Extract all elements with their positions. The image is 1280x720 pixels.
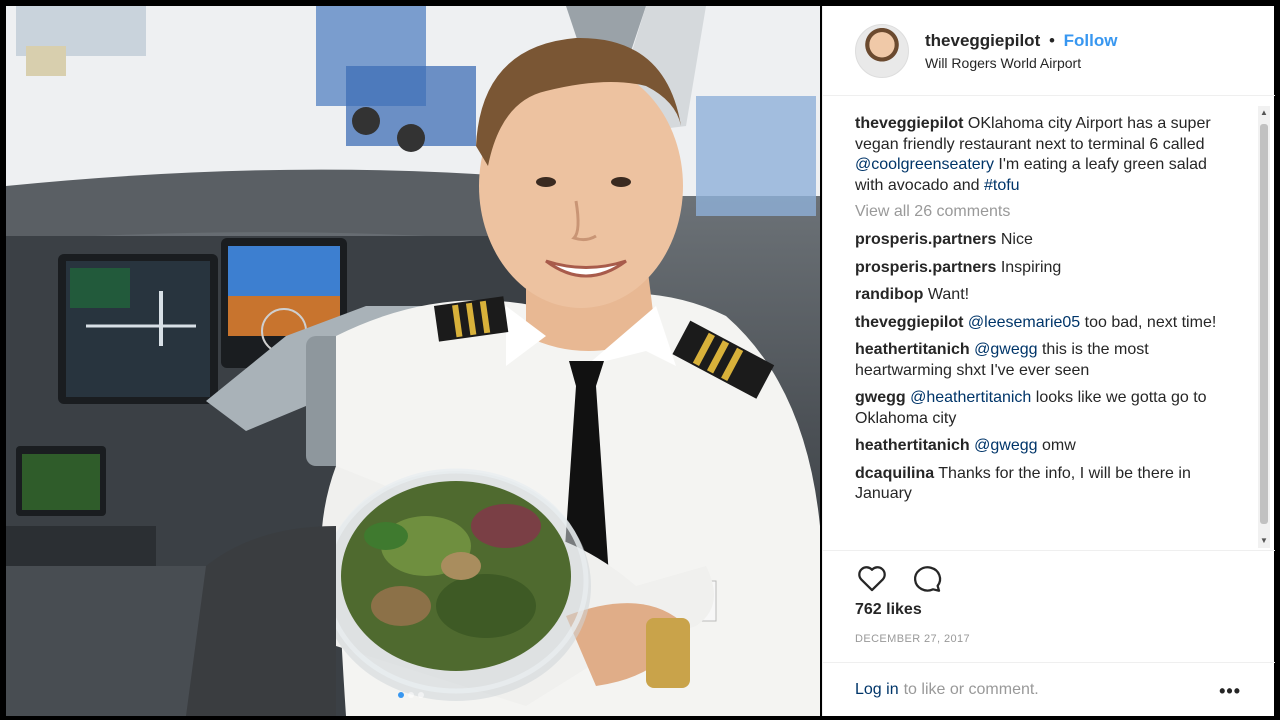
comment-item: gwegg @heathertitanich looks like we got…	[855, 388, 1225, 429]
scroll-up-arrow-icon[interactable]: ▲	[1259, 108, 1269, 118]
post-caption: theveggiepilot OKlahoma city Airport has…	[855, 114, 1225, 196]
comment-item: heathertitanich @gwegg this is the most …	[855, 340, 1225, 381]
view-all-comments-link[interactable]: View all 26 comments	[855, 203, 1263, 221]
comment-username[interactable]: gwegg	[855, 389, 906, 406]
comment-username[interactable]: randibop	[855, 286, 923, 303]
action-icons	[855, 551, 1275, 597]
scrollbar-thumb[interactable]	[1260, 124, 1268, 524]
post-actions: 762 likes DECEMBER 27, 2017	[823, 550, 1275, 645]
comment-item: heathertitanich @gwegg omw	[855, 436, 1225, 457]
caption-username[interactable]: theveggiepilot	[855, 115, 963, 132]
comment-item: randibop Want!	[855, 285, 1225, 306]
comment-username[interactable]: heathertitanich	[855, 341, 970, 358]
heart-icon[interactable]	[855, 561, 889, 595]
header-text: theveggiepilot • Follow Will Rogers Worl…	[925, 31, 1117, 71]
comment-username[interactable]: dcaquilina	[855, 465, 934, 482]
caption-mention[interactable]: @coolgreenseatery	[855, 156, 994, 173]
comments-list[interactable]: theveggiepilot OKlahoma city Airport has…	[823, 106, 1263, 550]
comment-text: too bad, next time!	[1080, 313, 1217, 331]
carousel-dot[interactable]	[408, 692, 414, 698]
login-footer: Log in to like or comment. •••	[823, 662, 1275, 716]
caption-hashtag[interactable]: #tofu	[984, 177, 1020, 194]
comment-mention[interactable]: @gwegg	[970, 341, 1037, 358]
comment-text: Nice	[996, 231, 1033, 248]
comment-username[interactable]: prosperis.partners	[855, 259, 996, 276]
separator-dot: •	[1048, 30, 1055, 50]
more-options-icon[interactable]: •••	[1219, 681, 1241, 702]
comment-text: Inspiring	[996, 258, 1062, 276]
comment-item: prosperis.partners Nice	[855, 230, 1225, 251]
follow-button[interactable]: Follow	[1064, 31, 1118, 50]
comment-text: omw	[1037, 437, 1076, 454]
comment-username[interactable]: prosperis.partners	[855, 231, 996, 248]
comment-text: Want!	[923, 286, 970, 303]
carousel-indicator[interactable]	[398, 692, 424, 698]
comment-item: prosperis.partners Inspiring	[855, 258, 1225, 279]
username-link[interactable]: theveggiepilot	[925, 31, 1040, 50]
likes-count[interactable]: 762 likes	[855, 601, 1275, 619]
post-modal: theveggiepilot • Follow Will Rogers Worl…	[0, 0, 1280, 720]
comment-item: theveggiepilot @leesemarie05 too bad, ne…	[855, 313, 1225, 334]
login-link[interactable]: Log in	[855, 681, 899, 699]
comment-mention[interactable]: @gwegg	[970, 437, 1037, 454]
cockpit-photo-illustration	[6, 6, 820, 716]
carousel-dot-active[interactable]	[398, 692, 404, 698]
post-header: theveggiepilot • Follow Will Rogers Worl…	[823, 6, 1275, 96]
post-sidebar: theveggiepilot • Follow Will Rogers Worl…	[822, 6, 1275, 716]
comment-username[interactable]: theveggiepilot	[855, 314, 963, 331]
post-photo[interactable]	[6, 6, 820, 716]
avatar[interactable]	[855, 23, 909, 78]
login-prompt-text: to like or comment.	[903, 680, 1039, 698]
location-link[interactable]: Will Rogers World Airport	[925, 55, 1117, 71]
carousel-dot[interactable]	[418, 692, 424, 698]
comment-mention[interactable]: @heathertitanich	[906, 389, 1031, 406]
comment-mention[interactable]: @leesemarie05	[963, 314, 1080, 331]
comment-item: dcaquilina Thanks for the info, I will b…	[855, 464, 1225, 505]
speech-bubble-icon[interactable]	[909, 561, 943, 595]
comment-username[interactable]: heathertitanich	[855, 437, 970, 454]
post-date[interactable]: DECEMBER 27, 2017	[855, 633, 1275, 645]
comments-scrollbar[interactable]: ▲ ▼	[1258, 106, 1270, 548]
scroll-down-arrow-icon[interactable]: ▼	[1259, 536, 1269, 546]
